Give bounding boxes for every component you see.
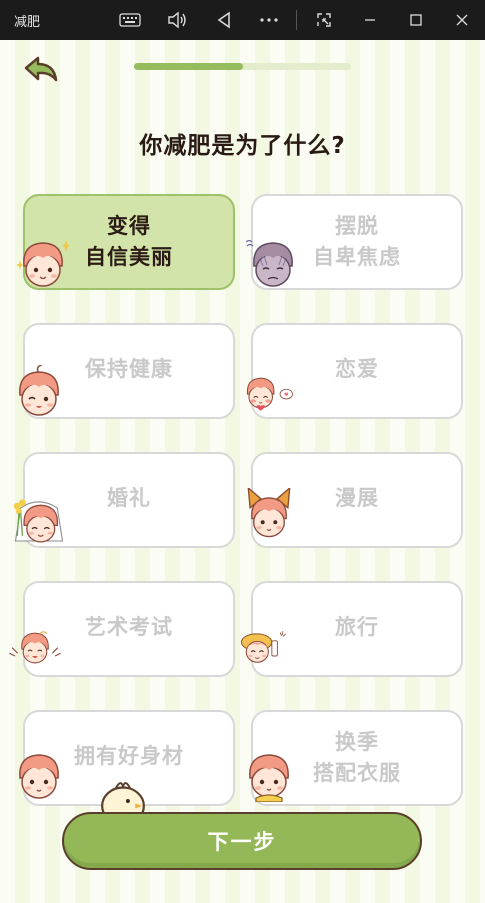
option-label-line: 婚礼 bbox=[107, 486, 151, 511]
titlebar-separator bbox=[296, 10, 297, 30]
option-label-line: 旅行 bbox=[335, 615, 379, 640]
option-label-line: 拥有好身材 bbox=[74, 744, 184, 769]
confident-girl-icon bbox=[16, 240, 70, 287]
option-label: 保持健康 bbox=[85, 354, 173, 386]
close-icon[interactable] bbox=[449, 8, 475, 32]
progress-fill bbox=[134, 63, 243, 70]
option-label-line: 保持健康 bbox=[85, 357, 173, 382]
option-label: 漫展 bbox=[335, 483, 379, 515]
maximize-icon[interactable] bbox=[403, 8, 429, 32]
next-step-button[interactable]: 下一步 bbox=[62, 812, 422, 870]
art-exam-girl-icon bbox=[9, 631, 61, 664]
screenshot-icon[interactable] bbox=[311, 8, 337, 32]
option-label: 婚礼 bbox=[107, 483, 151, 515]
next-step-label: 下一步 bbox=[207, 830, 277, 854]
keyboard-icon[interactable] bbox=[117, 8, 143, 32]
progress-bar bbox=[134, 63, 351, 70]
cosplay-girl-icon bbox=[247, 488, 291, 538]
option-label: 变得 自信美丽 bbox=[85, 211, 173, 274]
fashion-girl-icon bbox=[249, 754, 289, 802]
option-label-line: 摆脱 bbox=[335, 213, 379, 238]
option-label: 旅行 bbox=[335, 612, 379, 644]
volume-icon[interactable] bbox=[164, 8, 190, 32]
option-label-line: 漫展 bbox=[335, 486, 379, 511]
option-label: 艺术考试 bbox=[85, 612, 173, 644]
option-label-line: 恋爱 bbox=[335, 357, 379, 382]
love-girl-icon bbox=[246, 377, 293, 411]
anxious-girl-icon bbox=[246, 239, 293, 287]
back-arrow-icon bbox=[24, 56, 58, 82]
more-icon[interactable] bbox=[256, 8, 282, 32]
option-label: 拥有好身材 bbox=[74, 741, 184, 773]
window-title: 减肥 bbox=[14, 15, 41, 30]
option-label-line: 换季 bbox=[335, 729, 379, 754]
option-label-line: 自卑焦虑 bbox=[313, 245, 401, 269]
option-label-line: 变得 bbox=[107, 213, 151, 238]
bride-girl-icon bbox=[13, 499, 64, 543]
healthy-girl-icon bbox=[19, 365, 59, 416]
main-content: 你减肥是为了什么? 变得自信美丽 摆脱自卑焦虑 保持健康 恋爱 婚礼 漫展 艺术… bbox=[0, 40, 485, 903]
back-triangle-icon[interactable] bbox=[211, 8, 237, 32]
option-label-line: 搭配衣服 bbox=[313, 761, 401, 785]
option-label-line: 艺术考试 bbox=[85, 615, 173, 640]
back-button[interactable] bbox=[20, 54, 62, 88]
fit-girl-icon bbox=[19, 754, 59, 799]
travel-girl-icon bbox=[240, 631, 286, 663]
option-label-line: 自信美丽 bbox=[85, 245, 173, 269]
page-question: 你减肥是为了什么? bbox=[139, 133, 346, 159]
option-label: 换季 搭配衣服 bbox=[313, 727, 401, 790]
option-label: 摆脱 自卑焦虑 bbox=[313, 211, 401, 274]
option-label: 恋爱 bbox=[335, 354, 379, 386]
minimize-icon[interactable] bbox=[357, 8, 383, 32]
window-titlebar: 减肥 bbox=[0, 0, 485, 40]
